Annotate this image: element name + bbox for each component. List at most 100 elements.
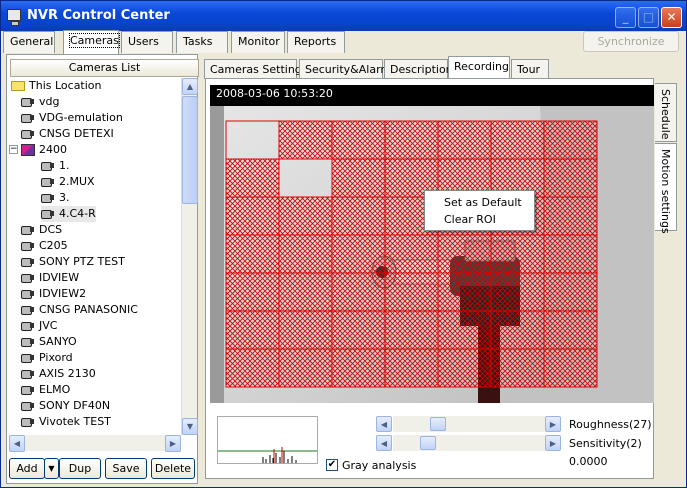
scroll-down-button[interactable]: ▼ xyxy=(182,418,198,435)
tab-tour[interactable]: Tour xyxy=(511,59,549,79)
tree-item[interactable]: IDVIEW xyxy=(21,270,79,286)
roi-cell[interactable] xyxy=(225,272,280,312)
menu-item-clear-roi[interactable]: Clear ROI xyxy=(444,212,496,228)
tab-monitor[interactable]: Monitor xyxy=(231,31,285,53)
roi-cell[interactable] xyxy=(437,348,492,388)
roi-cell[interactable] xyxy=(331,348,386,388)
title-bar[interactable]: NVR Control Center _ □ ✕ xyxy=(1,1,686,31)
tree-item[interactable]: Vivotek TEST xyxy=(21,414,111,430)
roughness-increase-button[interactable]: ▶ xyxy=(545,416,561,432)
sensitivity-decrease-button[interactable]: ◀ xyxy=(376,435,392,451)
tree-item[interactable]: − 2400 xyxy=(9,142,67,158)
roi-cell[interactable] xyxy=(490,234,545,274)
roi-cell[interactable] xyxy=(437,310,492,350)
roi-cell[interactable] xyxy=(490,120,545,160)
roi-cell[interactable] xyxy=(543,196,598,236)
tab-motion-settings[interactable]: Motion settings xyxy=(655,143,677,234)
roi-cell[interactable] xyxy=(278,310,333,350)
roughness-slider[interactable]: ◀ ▶ xyxy=(376,416,562,432)
cameras-list-horizontal-scrollbar[interactable]: ◀ ▶ xyxy=(9,435,181,452)
roi-cell[interactable] xyxy=(437,120,492,160)
roi-cell[interactable] xyxy=(543,234,598,274)
roi-cell[interactable] xyxy=(278,348,333,388)
tree-item[interactable]: AXIS 2130 xyxy=(21,366,96,382)
roi-cell[interactable] xyxy=(384,272,439,312)
minimize-button[interactable]: _ xyxy=(615,7,636,28)
roi-cell[interactable] xyxy=(331,196,386,236)
tree-item[interactable]: SANYO xyxy=(21,334,77,350)
roi-cell[interactable] xyxy=(225,310,280,350)
roi-cell[interactable] xyxy=(225,196,280,236)
tab-reports[interactable]: Reports xyxy=(287,31,345,53)
tree-item[interactable]: IDVIEW2 xyxy=(21,286,86,302)
maximize-button[interactable]: □ xyxy=(638,7,659,28)
sensitivity-track[interactable] xyxy=(393,435,545,451)
tree-item[interactable]: CNSG PANASONIC xyxy=(21,302,138,318)
roi-cell[interactable] xyxy=(543,348,598,388)
roi-cell[interactable] xyxy=(490,272,545,312)
roi-cell[interactable] xyxy=(225,234,280,274)
tab-description[interactable]: Description xyxy=(384,59,453,79)
roi-cell[interactable] xyxy=(225,158,280,198)
roi-cell[interactable] xyxy=(278,196,333,236)
roi-cell[interactable] xyxy=(384,348,439,388)
roughness-decrease-button[interactable]: ◀ xyxy=(376,416,392,432)
roi-cell[interactable] xyxy=(543,272,598,312)
tree-item[interactable]: 4.C4-R xyxy=(41,206,96,222)
roi-cell[interactable] xyxy=(278,120,333,160)
roi-cell[interactable] xyxy=(384,310,439,350)
delete-button[interactable]: Delete xyxy=(151,458,195,479)
roi-cell[interactable] xyxy=(384,120,439,160)
roi-cell[interactable] xyxy=(331,158,386,198)
scroll-thumb[interactable] xyxy=(182,96,198,204)
roi-cell[interactable] xyxy=(490,348,545,388)
close-button[interactable]: ✕ xyxy=(661,7,682,28)
tab-tasks[interactable]: Tasks xyxy=(176,31,228,53)
scroll-up-button[interactable]: ▲ xyxy=(182,78,198,95)
cameras-list-vertical-scrollbar[interactable]: ▲ ▼ xyxy=(181,78,198,435)
tree-item[interactable]: This Location xyxy=(11,78,102,94)
tree-item[interactable]: VDG-emulation xyxy=(21,110,123,126)
roi-cell[interactable] xyxy=(543,120,598,160)
sensitivity-slider[interactable]: ◀ ▶ xyxy=(376,435,562,451)
tree-item[interactable]: vdg xyxy=(21,94,59,110)
roi-cell[interactable] xyxy=(225,348,280,388)
tree-item[interactable]: 1. xyxy=(41,158,70,174)
tab-schedule[interactable]: Schedule xyxy=(655,83,677,142)
tab-users[interactable]: Users xyxy=(121,31,173,53)
menu-item-set-as-default[interactable]: Set as Default xyxy=(444,195,522,211)
sensitivity-thumb[interactable] xyxy=(420,436,436,450)
roi-cell[interactable] xyxy=(331,120,386,160)
add-dropdown-button[interactable]: ▼ xyxy=(44,458,59,479)
roi-cell[interactable] xyxy=(384,234,439,274)
roi-cell[interactable] xyxy=(331,272,386,312)
tree-item[interactable]: 2.MUX xyxy=(41,174,95,190)
roi-cell[interactable] xyxy=(278,234,333,274)
camera-video-view[interactable]: Set as Default Clear ROI xyxy=(210,106,654,403)
tree-item[interactable]: ELMO xyxy=(21,382,70,398)
tree-item[interactable]: Pixord xyxy=(21,350,73,366)
tree-item[interactable]: JVC xyxy=(21,318,57,334)
tree-item[interactable]: DCS xyxy=(21,222,62,238)
roi-cell[interactable] xyxy=(543,158,598,198)
tree-item[interactable]: SONY PTZ TEST xyxy=(21,254,125,270)
roughness-thumb[interactable] xyxy=(430,417,446,431)
roi-cell[interactable] xyxy=(543,310,598,350)
collapse-toggle[interactable]: − xyxy=(9,145,18,154)
sensitivity-increase-button[interactable]: ▶ xyxy=(545,435,561,451)
tab-cameras-settings[interactable]: Cameras Settings xyxy=(204,59,308,79)
tree-item[interactable]: C205 xyxy=(21,238,68,254)
roughness-track[interactable] xyxy=(393,416,545,432)
synchronize-button[interactable]: Synchronize xyxy=(583,31,679,52)
dup-button[interactable]: Dup xyxy=(59,458,101,479)
roi-cell[interactable] xyxy=(331,310,386,350)
tab-recording[interactable]: Recording xyxy=(448,56,510,79)
roi-cell[interactable] xyxy=(490,310,545,350)
tab-security-alarm[interactable]: Security&Alarm xyxy=(299,59,391,79)
roi-cell[interactable] xyxy=(437,234,492,274)
tree-item[interactable]: SONY DF40N xyxy=(21,398,110,414)
roi-cell[interactable] xyxy=(278,272,333,312)
tab-cameras[interactable]: Cameras xyxy=(63,30,120,54)
scroll-right-button[interactable]: ▶ xyxy=(165,435,181,452)
tab-general[interactable]: General xyxy=(3,31,55,53)
